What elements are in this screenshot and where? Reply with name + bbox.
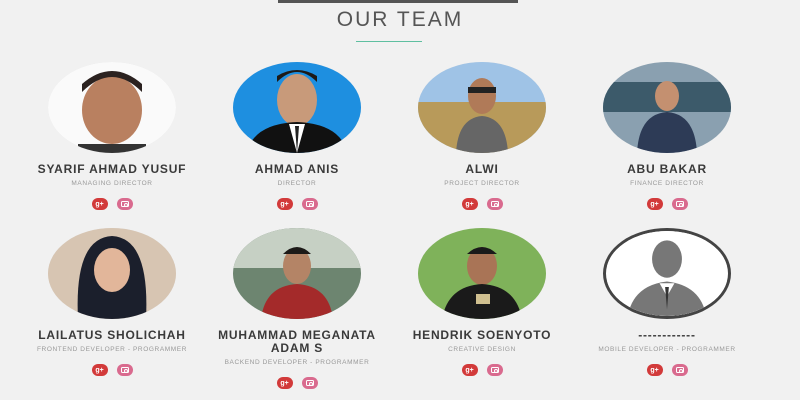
member-name: ------------: [638, 328, 696, 342]
member-role: MANAGING DIRECTOR: [71, 180, 153, 187]
team-member-card: HENDRIK SOENYOTO CREATIVE DESIGN g+: [387, 228, 577, 376]
member-role: MOBILE DEVELOPER - PROGRAMMER: [598, 346, 736, 353]
member-photo: [603, 62, 731, 153]
member-name: MUHAMMAD MEGANATA ADAM S: [218, 328, 376, 355]
section-title: OUR TEAM: [336, 8, 464, 31]
top-accent-bar: [278, 0, 518, 3]
instagram-icon[interactable]: [671, 364, 688, 376]
member-name: ALWI: [465, 162, 499, 176]
member-photo: [233, 62, 361, 153]
member-role: PROJECT DIRECTOR: [444, 180, 520, 187]
instagram-icon[interactable]: [486, 198, 503, 210]
member-name: ABU BAKAR: [627, 162, 707, 176]
instagram-icon[interactable]: [671, 198, 688, 210]
member-photo: [418, 228, 546, 319]
google-plus-icon[interactable]: g+: [646, 198, 663, 210]
member-role: CREATIVE DESIGN: [448, 346, 516, 353]
instagram-icon[interactable]: [301, 198, 318, 210]
team-member-card: SYARIF AHMAD YUSUF MANAGING DIRECTOR g+: [17, 62, 207, 210]
member-role: BACKEND DEVELOPER - PROGRAMMER: [224, 359, 370, 366]
member-role: FRONTEND DEVELOPER - PROGRAMMER: [36, 346, 188, 353]
google-plus-icon[interactable]: g+: [646, 364, 663, 376]
google-plus-icon[interactable]: g+: [276, 198, 293, 210]
member-photo: [233, 228, 361, 319]
instagram-icon[interactable]: [486, 364, 503, 376]
google-plus-icon[interactable]: g+: [461, 198, 478, 210]
title-underline: [356, 41, 422, 42]
google-plus-icon[interactable]: g+: [461, 364, 478, 376]
team-member-card: MUHAMMAD MEGANATA ADAM S BACKEND DEVELOP…: [202, 228, 392, 389]
placeholder-avatar-icon: [603, 228, 731, 319]
team-member-card: LAILATUS SHOLICHAH FRONTEND DEVELOPER - …: [17, 228, 207, 376]
team-member-card: AHMAD ANIS DIRECTOR g+: [202, 62, 392, 210]
instagram-icon[interactable]: [116, 364, 133, 376]
member-name: AHMAD ANIS: [254, 162, 340, 176]
instagram-icon[interactable]: [301, 377, 318, 389]
google-plus-icon[interactable]: g+: [91, 364, 108, 376]
team-member-card: ABU BAKAR FINANCE DIRECTOR g+: [572, 62, 762, 210]
member-photo: [48, 62, 176, 153]
member-name: HENDRIK SOENYOTO: [412, 328, 552, 342]
google-plus-icon[interactable]: g+: [276, 377, 293, 389]
member-photo: [418, 62, 546, 153]
member-name: LAILATUS SHOLICHAH: [38, 328, 186, 342]
google-plus-icon[interactable]: g+: [91, 198, 108, 210]
member-photo: [48, 228, 176, 319]
team-member-card: ALWI PROJECT DIRECTOR g+: [387, 62, 577, 210]
member-role: DIRECTOR: [277, 180, 317, 187]
member-name: SYARIF AHMAD YUSUF: [37, 162, 187, 176]
team-member-card: ------------ MOBILE DEVELOPER - PROGRAMM…: [572, 228, 762, 376]
instagram-icon[interactable]: [116, 198, 133, 210]
member-role: FINANCE DIRECTOR: [630, 180, 704, 187]
